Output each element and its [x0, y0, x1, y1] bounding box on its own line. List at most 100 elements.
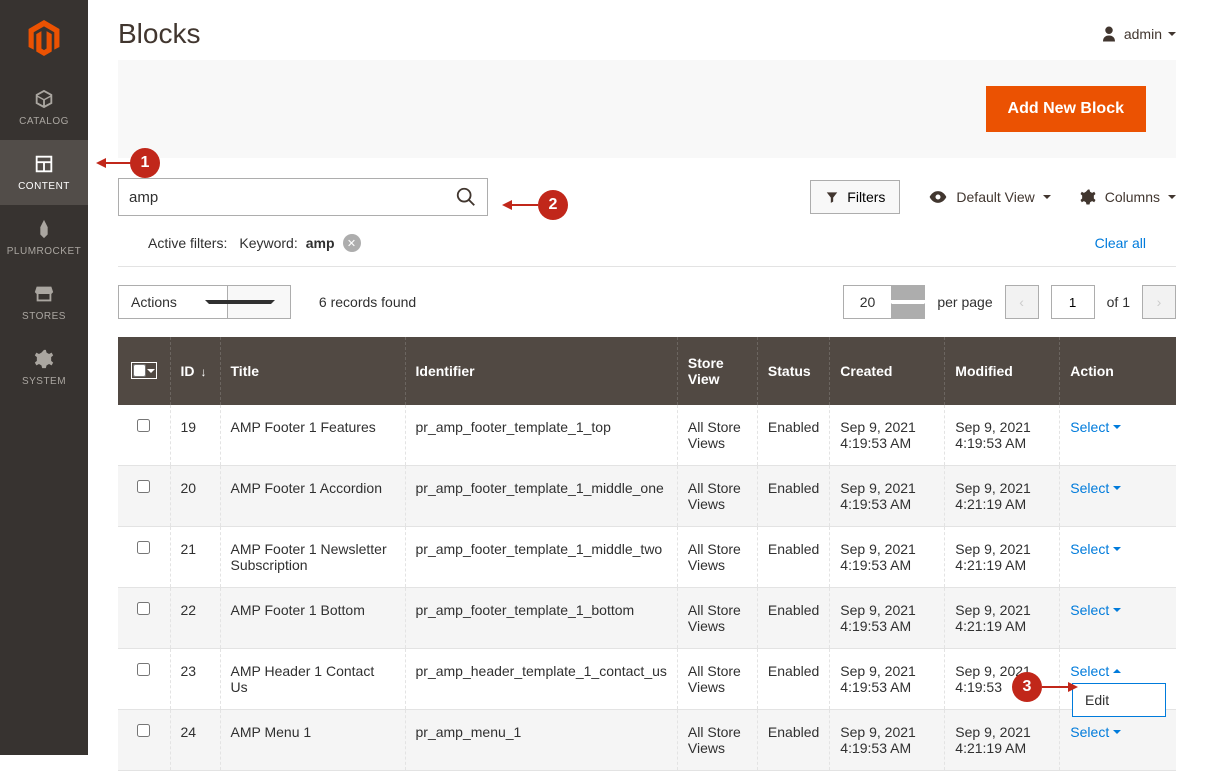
search-input[interactable]	[129, 189, 455, 206]
chevron-down-icon	[1113, 547, 1121, 551]
row-checkbox[interactable]	[137, 602, 150, 615]
cell-created: Sep 9, 2021 4:19:53 AM	[830, 710, 945, 771]
of-pages-label: of 1	[1107, 294, 1130, 310]
column-identifier[interactable]: Identifier	[405, 337, 677, 405]
row-checkbox[interactable]	[137, 663, 150, 676]
select-action-link[interactable]: Select	[1070, 724, 1121, 740]
cube-icon	[33, 88, 55, 110]
row-checkbox[interactable]	[137, 480, 150, 493]
cell-status: Enabled	[757, 405, 829, 466]
cell-identifier: pr_amp_footer_template_1_middle_one	[405, 466, 677, 527]
records-found-label: 6 records found	[319, 294, 416, 310]
filters-label: Filters	[847, 189, 885, 205]
cell-title: AMP Footer 1 Accordion	[220, 466, 405, 527]
column-modified[interactable]: Modified	[945, 337, 1060, 405]
cell-status: Enabled	[757, 649, 829, 710]
columns-label: Columns	[1105, 189, 1160, 205]
select-action-link[interactable]: Select	[1070, 541, 1121, 557]
select-action-link[interactable]: Select	[1070, 663, 1121, 679]
callout-1: 1	[130, 148, 160, 178]
cell-created: Sep 9, 2021 4:19:53 AM	[830, 466, 945, 527]
cell-title: AMP Footer 1 Bottom	[220, 588, 405, 649]
cell-id: 22	[170, 588, 220, 649]
select-action-link[interactable]: Select	[1070, 419, 1121, 435]
cell-store-view: All Store Views	[677, 405, 757, 466]
active-filters-bar: Active filters: Keyword: amp ✕ Clear all	[118, 234, 1176, 267]
column-status[interactable]: Status	[757, 337, 829, 405]
bulk-actions-select[interactable]: Actions	[118, 285, 291, 319]
cell-identifier: pr_amp_footer_template_1_top	[405, 405, 677, 466]
main-content: Blocks admin Add New Block Filters Defau…	[88, 0, 1206, 755]
default-view-label: Default View	[956, 189, 1034, 205]
cell-modified: Sep 9, 2021 4:21:19 AM	[945, 588, 1060, 649]
sidebar-item-label: SYSTEM	[22, 376, 66, 387]
search-icon[interactable]	[455, 186, 477, 208]
cell-title: AMP Footer 1 Features	[220, 405, 405, 466]
sidebar-item-catalog[interactable]: CATALOG	[0, 75, 88, 140]
default-view-button[interactable]: Default View	[928, 187, 1050, 207]
sidebar-item-label: PLUMROCKET	[7, 246, 81, 257]
select-all-checkbox[interactable]	[133, 364, 146, 377]
select-action-link[interactable]: Select	[1070, 602, 1121, 618]
row-checkbox[interactable]	[137, 419, 150, 432]
cell-action: Select Edit	[1060, 649, 1176, 710]
cell-id: 24	[170, 710, 220, 771]
cell-modified: Sep 9, 2021 4:21:19 AM	[945, 710, 1060, 771]
store-icon	[33, 283, 55, 305]
table-row: 19 AMP Footer 1 Features pr_amp_footer_t…	[118, 405, 1176, 466]
column-created[interactable]: Created	[830, 337, 945, 405]
cell-modified: Sep 9, 2021 4:19:53	[945, 649, 1060, 710]
column-store-view[interactable]: Store View	[677, 337, 757, 405]
column-id[interactable]: ID↓	[170, 337, 220, 405]
search-box[interactable]	[118, 178, 488, 216]
add-new-block-button[interactable]: Add New Block	[986, 86, 1146, 132]
cell-modified: Sep 9, 2021 4:21:19 AM	[945, 527, 1060, 588]
page-size-value: 20	[844, 294, 892, 310]
cell-id: 19	[170, 405, 220, 466]
sidebar-item-label: STORES	[22, 311, 66, 322]
columns-button[interactable]: Columns	[1079, 188, 1176, 206]
chevron-down-icon	[1113, 425, 1121, 429]
magento-logo[interactable]	[0, 0, 88, 75]
cell-action: Select	[1060, 405, 1176, 466]
current-page-input[interactable]	[1051, 285, 1095, 319]
cell-status: Enabled	[757, 710, 829, 771]
column-checkbox[interactable]	[118, 337, 170, 405]
user-icon	[1100, 25, 1118, 43]
actions-caret	[227, 286, 290, 318]
cell-action: Select	[1060, 527, 1176, 588]
chevron-down-icon	[1113, 730, 1121, 734]
cell-created: Sep 9, 2021 4:19:53 AM	[830, 649, 945, 710]
page-size-select[interactable]: 20	[843, 285, 926, 319]
remove-filter-button[interactable]: ✕	[343, 234, 361, 252]
chevron-down-icon	[1113, 608, 1121, 612]
filters-button[interactable]: Filters	[810, 180, 900, 214]
sidebar-item-label: CATALOG	[19, 116, 69, 127]
chevron-down-icon	[1113, 486, 1121, 490]
layout-icon	[33, 153, 55, 175]
cell-created: Sep 9, 2021 4:19:53 AM	[830, 588, 945, 649]
sidebar-item-system[interactable]: SYSTEM	[0, 335, 88, 400]
column-title[interactable]: Title	[220, 337, 405, 405]
user-menu[interactable]: admin	[1100, 25, 1176, 43]
row-checkbox[interactable]	[137, 724, 150, 737]
callout-2: 2	[538, 190, 568, 220]
sidebar-item-content[interactable]: CONTENT	[0, 140, 88, 205]
chevron-down-icon	[147, 369, 155, 373]
arrow-icon	[96, 157, 132, 169]
sidebar-item-plumrocket[interactable]: PLUMROCKET	[0, 205, 88, 270]
magento-icon	[28, 20, 60, 56]
sort-arrow-icon: ↓	[201, 365, 207, 379]
filter-chip-keyword: Keyword: amp ✕	[239, 234, 360, 252]
rocket-icon	[33, 218, 55, 240]
next-page-button[interactable]: ›	[1142, 285, 1176, 319]
select-action-link[interactable]: Select	[1070, 480, 1121, 496]
funnel-icon	[825, 190, 839, 204]
cell-store-view: All Store Views	[677, 649, 757, 710]
edit-action[interactable]: Edit	[1073, 684, 1165, 716]
cell-identifier: pr_amp_header_template_1_contact_us	[405, 649, 677, 710]
row-checkbox[interactable]	[137, 541, 150, 554]
clear-all-link[interactable]: Clear all	[1095, 235, 1146, 251]
prev-page-button[interactable]: ‹	[1005, 285, 1039, 319]
sidebar-item-stores[interactable]: STORES	[0, 270, 88, 335]
